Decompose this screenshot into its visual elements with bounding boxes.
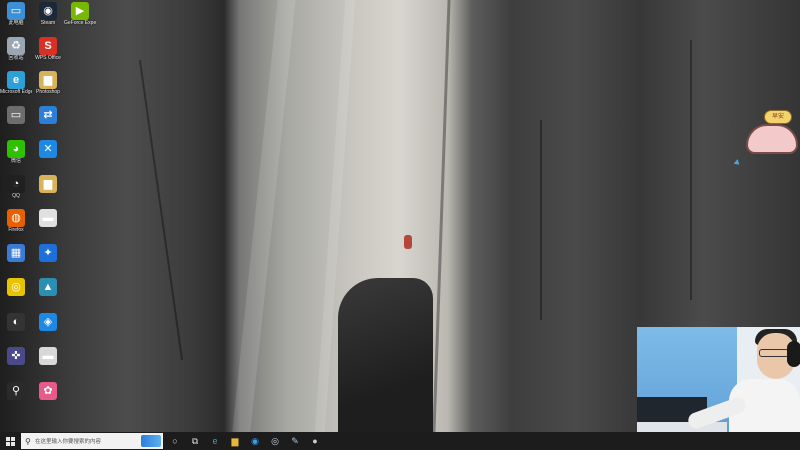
desktop-icon-qq[interactable]: ◔ QQ — [0, 173, 32, 207]
sticker-bubble: 早安 — [764, 110, 792, 124]
task-view-icon: ○ — [172, 436, 178, 446]
wps-icon: S — [39, 36, 57, 55]
computer-icon: ▭ — [7, 2, 25, 20]
app-icon: ✜ — [7, 347, 25, 365]
desktop-icon-file[interactable]: ▬ — [32, 345, 64, 379]
qq-icon: ◔ — [7, 174, 25, 193]
taskbar-file-explorer-button[interactable]: ▆ — [227, 432, 243, 450]
firefox-icon: ◍ — [7, 209, 25, 227]
app-icon: ◈ — [39, 312, 57, 331]
taskbar-edge-browser-button[interactable]: ◉ — [247, 432, 263, 450]
sticker-body — [746, 124, 798, 154]
desktop-icon-wechat[interactable]: ◕ 微信 — [0, 138, 32, 172]
app-icon: ▲ — [39, 278, 57, 296]
file-icon: ▬ — [39, 347, 57, 365]
app-icon: ◐ — [7, 312, 25, 331]
desktop-icon-wps[interactable]: S WPS Office — [32, 35, 64, 69]
desktop-icon-label: WPS Office — [35, 54, 61, 61]
network-icon: ⇄ — [39, 105, 57, 124]
sticker-widget[interactable]: 早安 — [744, 110, 800, 154]
taskbar-pinned-apps: ○ ⧉ e ▆ ◉ ◎ ✎ ● — [163, 432, 323, 450]
search-highlight-icon — [141, 435, 161, 447]
desktop-icon-computer[interactable]: ▭ 此电脑 — [0, 0, 32, 34]
desktop-icon-app[interactable]: ▦ — [0, 242, 32, 276]
file-icon: ▬ — [39, 209, 57, 227]
desktop-icon-app[interactable]: ▭ — [0, 104, 32, 138]
headset-icon — [787, 341, 800, 367]
windows-logo-icon — [5, 436, 15, 446]
taskbar-task-view-button[interactable]: ○ — [167, 432, 183, 450]
desktop-icon-label: GeForce Experience — [64, 20, 96, 26]
folder-icon: ▆ — [39, 71, 57, 89]
desktop-icon-edge[interactable]: e Microsoft Edge — [0, 69, 32, 103]
taskbar-task-switcher-button[interactable]: ⧉ — [187, 432, 203, 450]
recycle-bin-icon: ♻ — [7, 36, 25, 55]
task-switcher-icon: ⧉ — [191, 435, 199, 446]
steam-icon: ◎ — [271, 435, 279, 446]
wechat-icon: ◕ — [7, 140, 25, 158]
app-icon: ▦ — [7, 243, 25, 262]
desktop-icon-network[interactable]: ⇄ — [32, 104, 64, 138]
steam-icon: ◉ — [39, 2, 57, 20]
folder-icon: ▆ — [39, 174, 57, 193]
edge-icon: e — [212, 436, 218, 446]
desktop-icon-label: Steam — [40, 20, 56, 26]
taskbar-obs-button[interactable]: ● — [307, 432, 323, 450]
desktop-icon-folder[interactable]: ▆ — [32, 173, 64, 207]
app-icon: ▭ — [7, 105, 25, 124]
app-icon: ◎ — [7, 278, 25, 296]
desktop-icon-folder[interactable]: ▆ Photoshop — [32, 69, 64, 103]
desktop-icon-label: 此电脑 — [8, 20, 24, 26]
desktop-icon-app[interactable]: ◈ — [32, 311, 64, 345]
desktop-icon-label: Photoshop — [36, 89, 60, 95]
app-icon: ⚲ — [7, 381, 25, 400]
desktop-icon-label: 微信 — [10, 158, 21, 164]
desktop-icon-label: Microsoft Edge — [0, 89, 32, 95]
search-placeholder: 在这里输入你要搜索的内容 — [35, 439, 102, 445]
desktop-icon-app[interactable]: ✜ — [0, 345, 32, 379]
desktop-icon-pink-app[interactable]: ✿ — [32, 380, 64, 414]
desktop-icon-file[interactable]: ▬ — [32, 207, 64, 241]
rock-boulder — [338, 278, 433, 432]
pen-icon: ✎ — [291, 435, 299, 446]
start-button[interactable] — [0, 432, 20, 450]
desktop-icon-geforce[interactable]: ▶GeForce Experience — [64, 0, 96, 34]
desktop-icon-app[interactable]: ▲ — [32, 276, 64, 310]
taskbar-pen-button[interactable]: ✎ — [287, 432, 303, 450]
desktop-icon-label: QQ — [12, 192, 20, 199]
blue-app-icon: ✕ — [39, 140, 57, 158]
geforce-icon: ▶ — [71, 2, 89, 20]
desktop-icon-label: 回收站 — [8, 54, 24, 61]
taskbar-search-box[interactable]: ⚲ 在这里输入你要搜索的内容 — [21, 433, 163, 449]
pink-app-icon: ✿ — [39, 381, 57, 400]
taskbar: ⚲ 在这里输入你要搜索的内容 ○ ⧉ e ▆ ◉ ◎ ✎ ● — [0, 432, 800, 450]
desktop-icon-steam[interactable]: ◉ Steam — [32, 0, 64, 34]
desktop-icon-blue-app[interactable]: ✕ — [32, 138, 64, 172]
desktop-icon-app[interactable]: ◐ — [0, 311, 32, 345]
climber-figure — [404, 235, 412, 249]
desktop-icon-app[interactable]: ⚲ — [0, 380, 32, 414]
search-icon: ⚲ — [25, 436, 31, 446]
desktop-icon-label: Firefox — [8, 227, 24, 233]
desktop-icon-app[interactable]: ◎ — [0, 276, 32, 310]
taskbar-edge-button[interactable]: e — [207, 432, 223, 450]
edge-icon: e — [7, 71, 25, 89]
desktop-icon-firefox[interactable]: ◍ Firefox — [0, 207, 32, 241]
desktop-icon-blue-app[interactable]: ✦ — [32, 242, 64, 276]
blue-app-icon: ✦ — [39, 243, 57, 262]
obs-icon: ● — [312, 436, 318, 446]
taskbar-steam-button[interactable]: ◎ — [267, 432, 283, 450]
desktop-icon-recycle-bin[interactable]: ♻ 回收站 — [0, 35, 32, 69]
edge-browser-icon: ◉ — [251, 435, 259, 446]
file-explorer-icon: ▆ — [231, 435, 239, 446]
